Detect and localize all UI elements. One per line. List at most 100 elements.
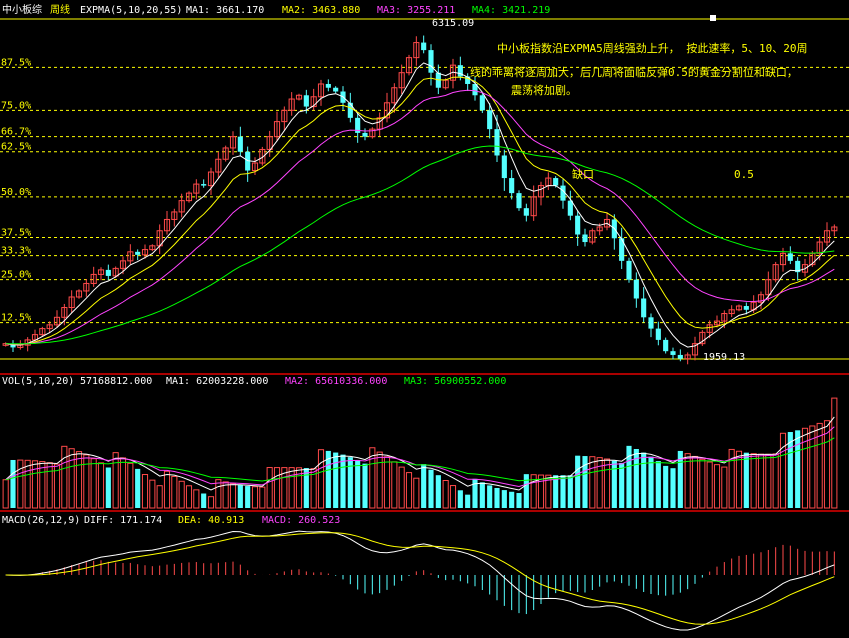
vol-bar-48 (355, 460, 361, 508)
vol-bar-2 (17, 459, 24, 509)
vol-bar-65 (479, 482, 485, 508)
macd-label: MACD(26,12,9) (2, 515, 80, 526)
vol-bar-21 (156, 485, 163, 509)
half-label: 0.5 (734, 168, 754, 181)
vol-bar-66 (487, 485, 493, 508)
candle-body-86 (633, 279, 639, 299)
vol-bar-75 (553, 475, 559, 508)
chart-period: 周线 (50, 3, 70, 16)
fib-label-3: 62.5% (1, 142, 31, 153)
vol-bar-43 (317, 449, 325, 509)
vol-bar-58 (428, 469, 434, 508)
candle-body-49 (362, 132, 368, 137)
candle-body-57 (421, 42, 427, 51)
candle-body-65 (479, 95, 485, 111)
vol-bar-97 (713, 464, 721, 509)
fib-label-6: 33.3% (1, 246, 31, 257)
candle-body-67 (494, 129, 500, 156)
vol-bar-24 (178, 480, 185, 509)
vol-bar-95 (699, 458, 706, 509)
candle-body-58 (428, 50, 434, 73)
scroll-marker (710, 15, 716, 21)
fib-label-7: 25.0% (1, 270, 31, 281)
vol-bar-105 (772, 453, 779, 509)
candle-body-91 (670, 351, 676, 355)
fib-label-4: 50.0% (1, 187, 31, 198)
annotation-line-1: 中小板指数沿EXPMA5周线强劲上升， 按此速率，5、10、20周 (497, 41, 807, 55)
vol-bar-63 (465, 494, 471, 508)
vol-bar-1 (10, 459, 16, 508)
vol-bar-108 (795, 430, 801, 508)
vol-bar-47 (347, 457, 353, 508)
candle-body-79 (582, 234, 588, 243)
vol-bar-113 (831, 397, 838, 509)
vol-ma3: MA3: 56900552.000 (404, 376, 506, 387)
vol-bar-0 (2, 479, 9, 509)
volume-bars (2, 397, 838, 509)
candle-body-47 (347, 102, 353, 118)
vol-bar-32 (237, 485, 243, 508)
fib-label-5: 37.5% (1, 228, 31, 239)
vol-bar-3 (24, 459, 31, 509)
vol-bar-90 (663, 465, 669, 508)
vol-bar-15 (112, 452, 119, 509)
candle-body-27 (201, 184, 207, 186)
vol-bar-28 (207, 496, 215, 509)
vol-bar-71 (523, 474, 529, 508)
vol-bar-19 (141, 474, 149, 509)
vol-bar-13 (97, 462, 105, 509)
vol-bar-52 (383, 456, 391, 509)
macd-dea: DEA: 40.913 (178, 515, 244, 526)
vol-bar-55 (405, 472, 413, 509)
candle-body-85 (626, 260, 632, 280)
vol-bar-88 (648, 456, 654, 508)
fib-label-2: 66.7% (1, 127, 31, 138)
candle-body-90 (663, 339, 669, 352)
vol-bar-49 (362, 463, 368, 508)
vol-bar-11 (83, 454, 90, 509)
vol-bar-84 (619, 462, 625, 508)
vol-bar-29 (215, 479, 222, 509)
vol-bar-77 (567, 475, 573, 508)
ema5-line (5, 62, 835, 348)
indicator-label: EXPMA(5,10,20,55) (80, 5, 182, 16)
vol-bar-33 (245, 486, 251, 508)
vol-bar-36 (266, 467, 273, 509)
vol-bar-82 (603, 458, 611, 509)
vol-bar-17 (127, 462, 134, 509)
fib-label-0: 87.5% (1, 57, 31, 68)
vol-bar-39 (288, 467, 295, 509)
vol-bar-22 (163, 470, 171, 509)
vol-bar-89 (655, 461, 661, 508)
candle-body-75 (553, 178, 559, 186)
ema20-line (5, 89, 835, 345)
candle-body-32 (237, 136, 243, 152)
vol-bar-41 (303, 468, 309, 508)
vol-label: VOL(5,10,20) (2, 376, 74, 387)
macd-panel (5, 530, 835, 631)
vol-value: 57168812.000 (80, 376, 152, 387)
vol-bar-104 (765, 453, 772, 509)
candlestick-chart: 87.5% 75.0% 66.7% 62.5% 50.0% 37.5% 33.3% 25.0%… (0, 3, 849, 631)
vol-ma2: MA2: 65610336.000 (285, 376, 387, 387)
vol-bar-98 (721, 466, 728, 509)
vol-bar-31 (229, 483, 237, 509)
diff-line (5, 530, 835, 631)
ma3-label: MA3: 3255.211 (377, 5, 455, 16)
vol-bar-59 (435, 475, 441, 508)
ema10-line (5, 76, 835, 346)
vol-bar-35 (259, 486, 266, 509)
vol-bar-91 (670, 468, 676, 508)
candle-body-101 (743, 306, 749, 310)
vol-bar-51 (376, 451, 383, 509)
vol-bar-37 (273, 467, 281, 509)
high-label: 6315.09 (432, 18, 474, 29)
candle-body-87 (641, 298, 647, 318)
vol-bar-70 (516, 493, 522, 508)
vol-ma2-line (5, 426, 835, 488)
vol-bar-34 (251, 486, 259, 509)
macd-value: MACD: 260.523 (262, 515, 340, 526)
vol-bar-9 (68, 448, 75, 509)
vol-bar-80 (589, 456, 596, 509)
vol-bar-4 (31, 460, 39, 509)
